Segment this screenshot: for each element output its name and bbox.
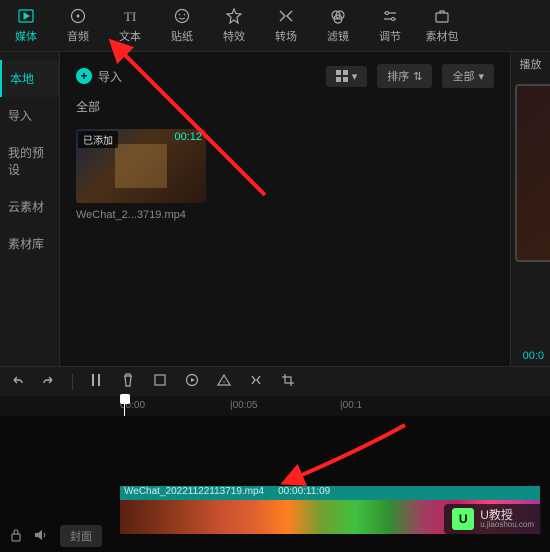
clip-duration: 00:00:11:09 xyxy=(278,486,330,497)
ruler-tick: |00:1 xyxy=(340,396,450,416)
preview-panel: 播放 00:0 xyxy=(510,52,550,366)
tool-audio[interactable]: 音频 xyxy=(52,0,104,51)
main-area: 本地 导入 我的预设 云素材 素材库 + 导入 ▾ 排序 ⇅ 全部 xyxy=(0,52,550,366)
tool-transition[interactable]: 转场 xyxy=(260,0,312,51)
crop-button[interactable] xyxy=(279,373,297,390)
ruler-tick: 00:00 xyxy=(120,396,230,416)
playhead[interactable] xyxy=(120,394,130,404)
track-header: 封面 xyxy=(0,520,120,552)
sidebar-item-local[interactable]: 本地 xyxy=(0,60,59,97)
tool-label: 滤镜 xyxy=(327,28,349,44)
media-icon xyxy=(18,7,34,25)
timeline-tracks[interactable]: WeChat_20221122113719.mp4 00:00:11:09 封面… xyxy=(0,416,550,552)
preview-thumbnail[interactable] xyxy=(515,84,550,262)
split-button[interactable] xyxy=(87,373,105,390)
marker-button[interactable] xyxy=(215,374,233,389)
sort-icon: ⇅ xyxy=(413,70,422,83)
watermark-url: u.jiaoshou.com xyxy=(480,521,534,529)
sidebar-item-cloud[interactable]: 云素材 xyxy=(0,188,59,225)
text-icon: TI xyxy=(122,7,138,25)
sort-label: 排序 xyxy=(387,68,409,84)
sticker-icon xyxy=(174,7,190,25)
media-filename: WeChat_2...3719.mp4 xyxy=(76,209,206,221)
undo-button[interactable] xyxy=(8,373,26,390)
ruler-tick: |00:05 xyxy=(230,396,340,416)
svg-text:TI: TI xyxy=(124,9,136,23)
chevron-down-icon: ▾ xyxy=(352,70,358,83)
reverse-button[interactable] xyxy=(247,373,265,390)
effect-icon xyxy=(226,7,242,25)
delete-button[interactable] xyxy=(119,373,137,390)
pack-icon xyxy=(434,7,450,25)
sidebar-item-import[interactable]: 导入 xyxy=(0,97,59,134)
import-button[interactable]: + 导入 xyxy=(76,68,122,85)
plus-icon: + xyxy=(76,68,92,84)
filter-all-button[interactable]: 全部 ▾ xyxy=(442,64,494,88)
mute-icon[interactable] xyxy=(34,529,48,544)
redo-button[interactable] xyxy=(40,373,58,390)
watermark: U U教授 u.jiaoshou.com xyxy=(444,504,542,534)
tool-label: 音频 xyxy=(67,28,89,44)
speed-button[interactable] xyxy=(183,373,201,390)
tool-label: 媒体 xyxy=(15,28,37,44)
adjust-icon xyxy=(382,7,398,25)
media-thumbnail[interactable]: 已添加 00:12 xyxy=(76,129,206,203)
content-panel: + 导入 ▾ 排序 ⇅ 全部 ▾ 全部 已添加 xyxy=(60,52,510,366)
frame-button[interactable] xyxy=(151,374,169,389)
added-badge: 已添加 xyxy=(78,131,118,148)
sidebar: 本地 导入 我的预设 云素材 素材库 xyxy=(0,52,60,366)
transition-icon xyxy=(278,7,294,25)
timeline-toolbar xyxy=(0,366,550,396)
cover-button[interactable]: 封面 xyxy=(60,525,102,547)
tool-label: 素材包 xyxy=(426,28,459,44)
tool-filter[interactable]: 滤镜 xyxy=(312,0,364,51)
sort-button[interactable]: 排序 ⇅ xyxy=(377,64,432,88)
tool-sticker[interactable]: 贴纸 xyxy=(156,0,208,51)
timeline-ruler[interactable]: 00:00 |00:05 |00:1 xyxy=(0,396,550,416)
view-toggle[interactable]: ▾ xyxy=(326,66,368,87)
preview-header: 播放 xyxy=(511,52,550,76)
tool-label: 文本 xyxy=(119,28,141,44)
tool-label: 特效 xyxy=(223,28,245,44)
sidebar-item-library[interactable]: 素材库 xyxy=(0,225,59,262)
watermark-logo: U xyxy=(452,508,474,530)
category-all: 全部 xyxy=(76,98,494,115)
lock-icon[interactable] xyxy=(10,528,22,545)
tool-label: 转场 xyxy=(275,28,297,44)
tool-text[interactable]: TI 文本 xyxy=(104,0,156,51)
sidebar-item-presets[interactable]: 我的预设 xyxy=(0,134,59,188)
tool-pack[interactable]: 素材包 xyxy=(416,0,468,51)
tool-adjust[interactable]: 调节 xyxy=(364,0,416,51)
audio-icon xyxy=(70,7,86,25)
preview-time: 00:0 xyxy=(523,350,544,362)
tool-media[interactable]: 媒体 xyxy=(0,0,52,51)
top-toolbar: 媒体 音频 TI 文本 贴纸 特效 转场 滤镜 调节 素材包 xyxy=(0,0,550,52)
import-label: 导入 xyxy=(98,68,122,85)
clip-name: WeChat_20221122113719.mp4 xyxy=(124,486,264,497)
chevron-down-icon: ▾ xyxy=(478,70,484,83)
filter-label: 全部 xyxy=(452,68,474,84)
tool-label: 调节 xyxy=(379,28,401,44)
filter-icon xyxy=(330,7,346,25)
media-duration: 00:12 xyxy=(174,131,202,143)
tool-label: 贴纸 xyxy=(171,28,193,44)
tool-effect[interactable]: 特效 xyxy=(208,0,260,51)
media-item[interactable]: 已添加 00:12 WeChat_2...3719.mp4 xyxy=(76,129,206,221)
grid-icon xyxy=(336,70,348,82)
